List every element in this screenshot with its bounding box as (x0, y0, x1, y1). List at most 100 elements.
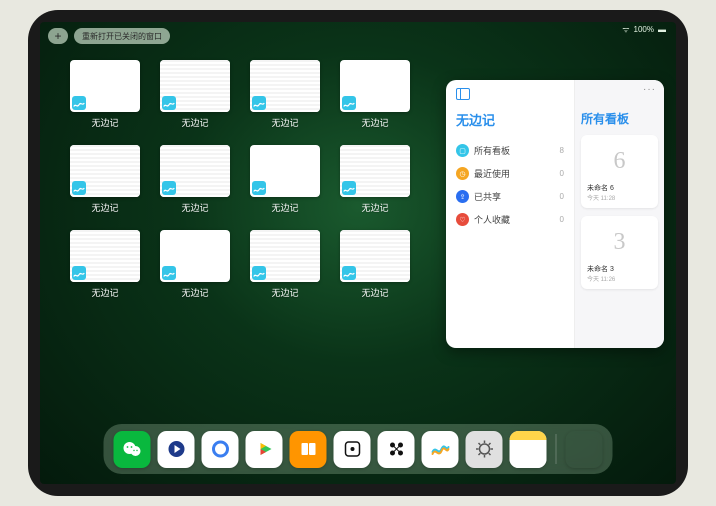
panel-item-count: 8 (560, 146, 564, 155)
panel-item-label: 个人收藏 (474, 213, 510, 226)
panel-title: 无边记 (456, 110, 564, 129)
panel-item-icon: ◷ (456, 167, 469, 180)
app-label: 无边记 (361, 286, 388, 299)
sidebar-toggle-icon[interactable] (456, 88, 470, 100)
battery-icon: ▬ (658, 25, 666, 34)
notes-icon[interactable] (510, 431, 547, 468)
app-label: 无边记 (271, 201, 298, 214)
app-label: 无边记 (271, 286, 298, 299)
status-bar: ᯤ 100% ▬ (622, 24, 666, 35)
app-thumbnail (340, 230, 410, 282)
freeform-icon (252, 181, 266, 195)
panel-left: 无边记 ▢ 所有看板 8 ◷ 最近使用 0 ⇪ 已共享 0 ♡ 个人收藏 0 (446, 80, 574, 348)
app-thumbnail (70, 145, 140, 197)
panel-item-icon: ▢ (456, 144, 469, 157)
panel-item-label: 最近使用 (474, 167, 510, 180)
panel-more-button[interactable]: ··· (643, 84, 656, 95)
freeform-icon (252, 266, 266, 280)
reopen-window-button[interactable]: 重新打开已关闭的窗口 (74, 28, 170, 44)
wechat-icon[interactable] (114, 431, 151, 468)
freeform-icon (342, 181, 356, 195)
freeform-icon (162, 96, 176, 110)
app-library-icon[interactable] (566, 431, 603, 468)
app-switcher-grid: 无边记无边记无边记无边记无边记无边记无边记无边记无边记无边记无边记无边记 (70, 60, 410, 299)
app-label: 无边记 (361, 116, 388, 129)
panel-item-label: 已共享 (474, 190, 501, 203)
panel-list-item[interactable]: ◷ 最近使用 0 (456, 162, 564, 185)
app-thumbnail (160, 230, 230, 282)
panel-list-item[interactable]: ▢ 所有看板 8 (456, 139, 564, 162)
panel-item-icon: ⇪ (456, 190, 469, 203)
app-switcher-card[interactable]: 无边记 (70, 230, 140, 299)
dock (104, 424, 613, 474)
tencent-video-icon[interactable] (158, 431, 195, 468)
app-label: 无边记 (271, 116, 298, 129)
app-switcher-card[interactable]: 无边记 (250, 230, 320, 299)
play-app-icon[interactable] (246, 431, 283, 468)
board-preview: 3 (587, 222, 652, 262)
freeform-icon (252, 96, 266, 110)
app-switcher-card[interactable]: 无边记 (160, 145, 230, 214)
app-thumbnail (250, 145, 320, 197)
ipad-frame: ᯤ 100% ▬ + 重新打开已关闭的窗口 无边记无边记无边记无边记无边记无边记… (28, 10, 688, 496)
settings-icon[interactable] (466, 431, 503, 468)
freeform-icon (342, 266, 356, 280)
app-thumbnail (340, 145, 410, 197)
dice-icon[interactable] (334, 431, 371, 468)
board-subtitle: 今天 11:28 (587, 193, 652, 202)
top-toolbar: + 重新打开已关闭的窗口 (48, 28, 170, 44)
freeform-icon (342, 96, 356, 110)
app-switcher-card[interactable]: 无边记 (250, 60, 320, 129)
app-thumbnail (160, 145, 230, 197)
panel-list-item[interactable]: ♡ 个人收藏 0 (456, 208, 564, 231)
freeform-icon (72, 96, 86, 110)
app-label: 无边记 (91, 286, 118, 299)
app-label: 无边记 (91, 116, 118, 129)
panel-item-count: 0 (560, 215, 564, 224)
app-switcher-card[interactable]: 无边记 (160, 230, 230, 299)
board-subtitle: 今天 11:26 (587, 274, 652, 283)
panel-right: 所有看板 6未命名 6今天 11:28 3 未命名 3今天 11:26 (574, 80, 664, 348)
wifi-icon: ᯤ (622, 24, 629, 35)
panel-item-count: 0 (560, 169, 564, 178)
app-switcher-card[interactable]: 无边记 (340, 60, 410, 129)
freeform-icon (72, 181, 86, 195)
app-thumbnail (250, 230, 320, 282)
panel-item-count: 0 (560, 192, 564, 201)
app-switcher-card[interactable]: 无边记 (250, 145, 320, 214)
app-label: 无边记 (181, 286, 208, 299)
app-thumbnail (340, 60, 410, 112)
quark-icon[interactable] (202, 431, 239, 468)
app-switcher-card[interactable]: 无边记 (70, 145, 140, 214)
app-switcher-card[interactable]: 无边记 (340, 145, 410, 214)
panel-item-label: 所有看板 (474, 144, 510, 157)
connect-icon[interactable] (378, 431, 415, 468)
dock-separator (556, 434, 557, 464)
battery-text: 100% (634, 25, 654, 34)
board-card[interactable]: 6未命名 6今天 11:28 (581, 135, 658, 208)
app-thumbnail (250, 60, 320, 112)
app-label: 无边记 (181, 201, 208, 214)
new-space-button[interactable]: + (48, 28, 68, 44)
app-switcher-card[interactable]: 无边记 (70, 60, 140, 129)
app-thumbnail (70, 230, 140, 282)
ipad-screen: ᯤ 100% ▬ + 重新打开已关闭的窗口 无边记无边记无边记无边记无边记无边记… (40, 22, 676, 484)
freeform-icon[interactable] (422, 431, 459, 468)
app-label: 无边记 (181, 116, 208, 129)
app-switcher-card[interactable]: 无边记 (160, 60, 230, 129)
freeform-panel: ··· 无边记 ▢ 所有看板 8 ◷ 最近使用 0 ⇪ 已共享 0 ♡ 个人收藏 0 所有看板 6未命… (446, 80, 664, 348)
board-title: 未命名 6 (587, 183, 652, 193)
panel-right-title: 所有看板 (581, 110, 658, 127)
panel-item-icon: ♡ (456, 213, 469, 226)
freeform-icon (162, 266, 176, 280)
books-icon[interactable] (290, 431, 327, 468)
app-switcher-card[interactable]: 无边记 (340, 230, 410, 299)
app-label: 无边记 (91, 201, 118, 214)
freeform-icon (72, 266, 86, 280)
board-title: 未命名 3 (587, 264, 652, 274)
app-thumbnail (70, 60, 140, 112)
app-thumbnail (160, 60, 230, 112)
panel-list-item[interactable]: ⇪ 已共享 0 (456, 185, 564, 208)
board-card[interactable]: 3 未命名 3今天 11:26 (581, 216, 658, 289)
freeform-icon (162, 181, 176, 195)
